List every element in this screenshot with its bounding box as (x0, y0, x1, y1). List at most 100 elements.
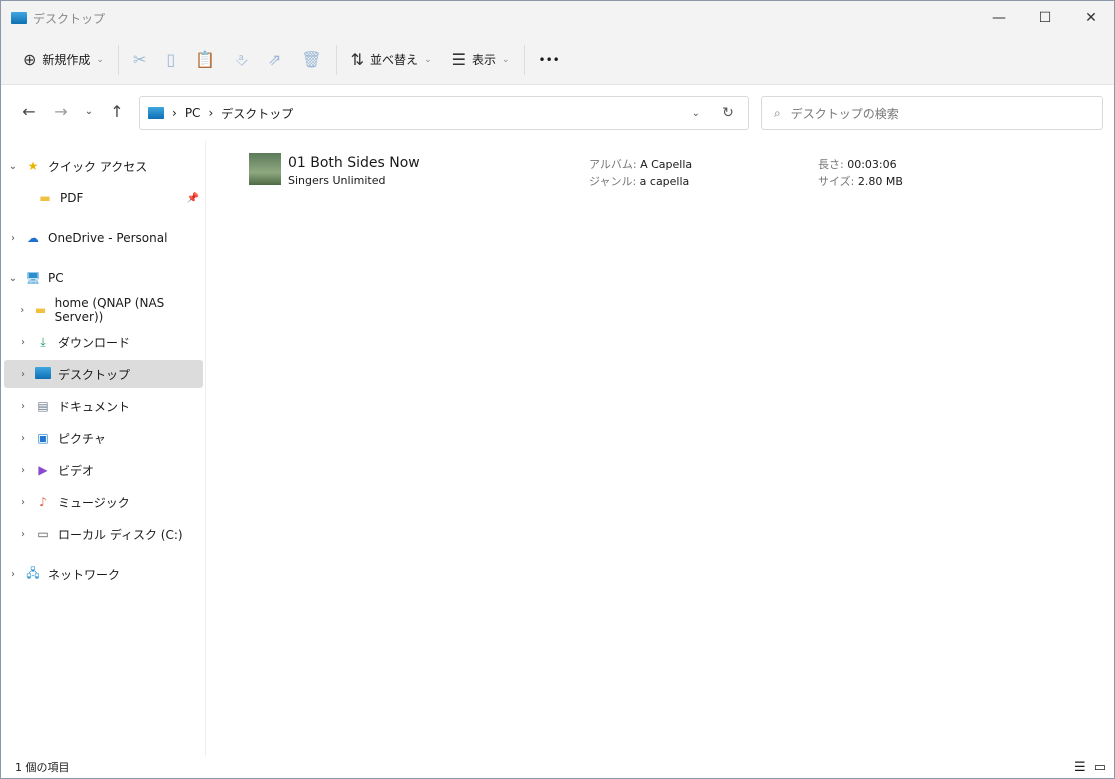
list-icon: ☰ (451, 50, 466, 69)
sidebar-item-pdf[interactable]: ▬ PDF 📌 (4, 184, 203, 212)
trash-icon: 🗑 (301, 50, 322, 69)
document-icon: ▤ (37, 399, 49, 413)
divider (523, 44, 525, 75)
new-label: 新規作成 (42, 53, 91, 67)
genre-value: a capella (639, 175, 690, 188)
label: ローカル ディスク (C:) (58, 527, 183, 542)
window-title: デスクトップ (33, 11, 106, 26)
sidebar-item-quick-access[interactable]: ⌄ ★ クイック アクセス (4, 152, 203, 180)
breadcrumb-pc[interactable]: PC (185, 106, 201, 120)
forward-button[interactable]: → (45, 102, 77, 121)
navigation-pane: ⌄ ★ クイック アクセス ▬ PDF 📌 › ☁ OneDrive - Personal … (1, 141, 206, 756)
more-button[interactable]: ••• (529, 44, 570, 76)
drive-icon: ▭ (37, 527, 49, 541)
up-button[interactable]: ↑ (101, 102, 133, 121)
copy-button[interactable]: ▯ (156, 44, 185, 76)
sidebar-item-home-nas[interactable]: › ▬ home (QNAP (NAS Server)) (4, 296, 203, 324)
sidebar-item-pictures[interactable]: › ▣ ピクチャ (4, 424, 203, 452)
sort-icon: ⇅ (350, 50, 365, 69)
sort-button[interactable]: ⇅ 並べ替え ⌄ (341, 44, 442, 76)
breadcrumb-desktop[interactable]: デスクトップ (221, 105, 293, 122)
collapsed-chevron-icon[interactable]: › (14, 465, 32, 476)
network-folder-icon: ▬ (34, 303, 47, 317)
album-label: アルバム: (589, 158, 637, 171)
file-item[interactable]: 01 Both Sides Now Singers Unlimited (249, 153, 420, 187)
breadcrumb-sep: › (172, 106, 177, 120)
monitor-icon: 🖥 (25, 271, 41, 285)
paste-button[interactable]: 📋 (185, 44, 225, 76)
collapsed-chevron-icon[interactable]: › (14, 337, 32, 348)
chevron-down-icon: ⌄ (96, 54, 104, 65)
star-icon: ★ (27, 159, 39, 173)
tiles-view-icon[interactable]: ▭ (1094, 760, 1106, 775)
rename-icon: ⎀ (235, 49, 248, 69)
share-button[interactable]: ⇗ (258, 44, 291, 76)
file-name: 01 Both Sides Now (288, 155, 420, 171)
sidebar-item-documents[interactable]: › ▤ ドキュメント (4, 392, 203, 420)
search-box[interactable]: ⌕ デスクトップの検索 (761, 96, 1103, 130)
history-dropdown-icon[interactable]: ⌄ (692, 108, 700, 119)
sidebar-item-network[interactable]: › 🖧 ネットワーク (4, 560, 203, 588)
sort-label: 並べ替え (370, 53, 419, 67)
title-bar: デスクトップ — ☐ ✕ (1, 1, 1114, 35)
search-icon: ⌕ (774, 105, 781, 120)
collapsed-chevron-icon[interactable]: › (14, 529, 32, 540)
delete-button[interactable]: 🗑 (291, 44, 331, 76)
expanded-chevron-icon[interactable]: ⌄ (4, 273, 22, 284)
sidebar-item-videos[interactable]: › ▶ ビデオ (4, 456, 203, 484)
paste-icon: 📋 (195, 50, 216, 69)
minimize-button[interactable]: — (976, 10, 1022, 26)
cut-button[interactable]: ✂ (123, 44, 156, 76)
close-button[interactable]: ✕ (1068, 10, 1114, 26)
back-button[interactable]: ← (13, 102, 45, 121)
collapsed-chevron-icon[interactable]: › (4, 569, 22, 580)
rename-button[interactable]: ⎀ (225, 44, 258, 76)
label: PDF (60, 191, 84, 205)
collapsed-chevron-icon[interactable]: › (4, 233, 22, 244)
collapsed-chevron-icon[interactable]: › (14, 305, 30, 316)
pin-icon[interactable]: 📌 (187, 193, 199, 204)
collapsed-chevron-icon[interactable]: › (14, 497, 32, 508)
label: ピクチャ (58, 431, 106, 446)
label: ダウンロード (58, 335, 131, 350)
view-label: 表示 (471, 53, 496, 67)
details-view-icon[interactable]: ☰ (1074, 760, 1086, 775)
length-size-info: 長さ: 00:03:06 サイズ: 2.80 MB (818, 156, 903, 190)
collapsed-chevron-icon[interactable]: › (14, 401, 32, 412)
album-art-thumbnail (249, 153, 281, 185)
search-input[interactable]: デスクトップの検索 (791, 105, 899, 122)
collapsed-chevron-icon[interactable]: › (14, 369, 32, 380)
scissors-icon: ✂ (132, 50, 147, 69)
maximize-button[interactable]: ☐ (1022, 10, 1068, 26)
sidebar-item-desktop[interactable]: › デスクトップ (4, 360, 203, 388)
sidebar-item-pc[interactable]: ⌄ 🖥 PC (4, 264, 203, 292)
music-icon: ♪ (39, 495, 47, 509)
recent-button[interactable]: ⌄ (77, 106, 101, 117)
sidebar-item-downloads[interactable]: › ⤓ ダウンロード (4, 328, 203, 356)
breadcrumb-sep: › (208, 106, 214, 120)
sidebar-item-music[interactable]: › ♪ ミュージック (4, 488, 203, 516)
album-genre-info: アルバム: A Capella ジャンル: a capella (589, 156, 692, 190)
address-bar[interactable]: › PC › デスクトップ ⌄ ↻ (139, 96, 749, 130)
label: クイック アクセス (48, 159, 148, 174)
label: ドキュメント (58, 399, 131, 414)
length-value: 00:03:06 (847, 158, 897, 171)
size-value: 2.80 MB (857, 175, 903, 188)
desktop-icon (11, 12, 27, 24)
toolbar: ⊕ 新規作成 ⌄ ✂ ▯ 📋 ⎀ ⇗ 🗑 ⇅ 並べ替え ⌄ ☰ 表示 ⌄ ••• (1, 35, 1114, 85)
file-list: 01 Both Sides Now Singers Unlimited アルバム:… (207, 141, 1114, 756)
sidebar-item-onedrive[interactable]: › ☁ OneDrive - Personal (4, 224, 203, 252)
chevron-down-icon: ⌄ (424, 54, 432, 65)
refresh-button[interactable]: ↻ (708, 105, 748, 121)
new-button[interactable]: ⊕ 新規作成 ⌄ (13, 44, 114, 76)
view-button[interactable]: ☰ 表示 ⌄ (442, 44, 520, 76)
desktop-icon (32, 366, 54, 382)
file-artist: Singers Unlimited (288, 174, 386, 187)
collapsed-chevron-icon[interactable]: › (14, 433, 32, 444)
expanded-chevron-icon[interactable]: ⌄ (4, 161, 22, 172)
divider (117, 44, 119, 75)
video-icon: ▶ (38, 463, 48, 477)
more-icon: ••• (538, 52, 560, 67)
divider (335, 44, 337, 75)
sidebar-item-local-disk[interactable]: › ▭ ローカル ディスク (C:) (4, 520, 203, 548)
